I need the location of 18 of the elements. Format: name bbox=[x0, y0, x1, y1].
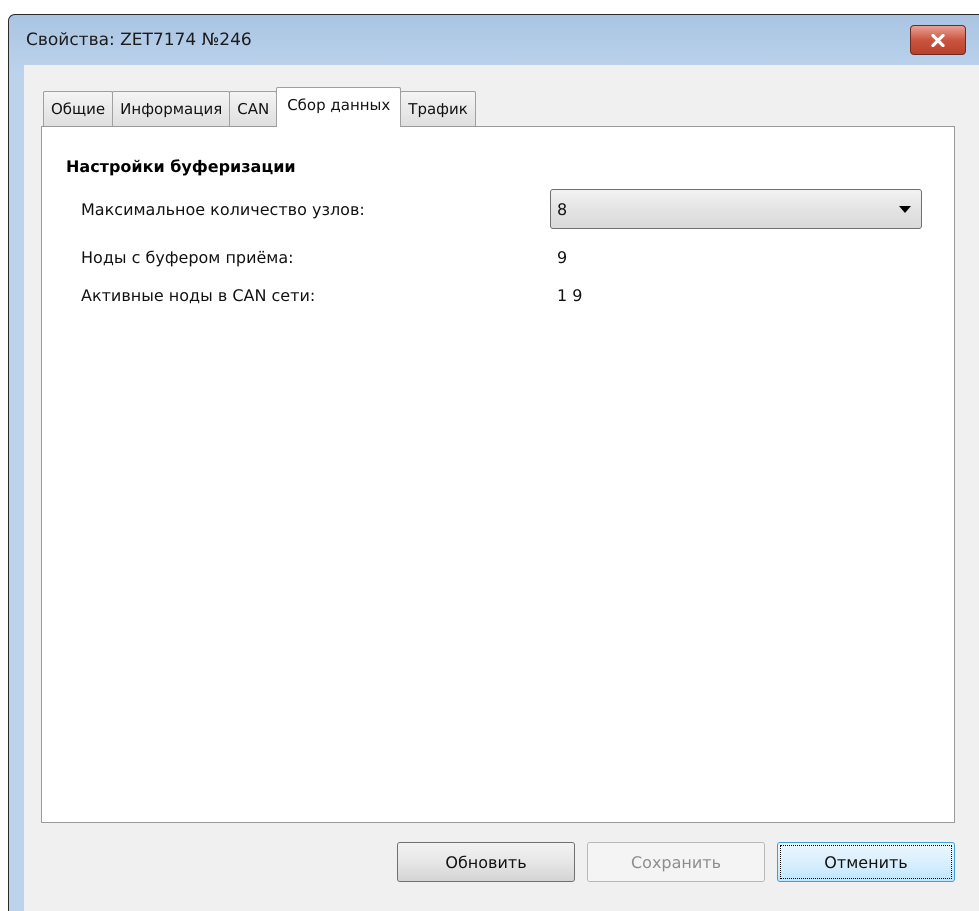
tab[interactable]: Общие bbox=[43, 91, 114, 126]
field-value: 9 bbox=[556, 248, 568, 266]
tab[interactable]: CAN bbox=[229, 91, 278, 126]
close-button[interactable] bbox=[910, 25, 966, 55]
field-label: Максимальное количество узлов: bbox=[81, 200, 366, 218]
field-label: Активные ноды в CAN сети: bbox=[81, 286, 316, 304]
caret-icon bbox=[899, 206, 911, 212]
tab[interactable]: Трафик bbox=[400, 91, 476, 126]
field-label: Ноды с буфером приёма: bbox=[81, 248, 295, 266]
dialog-button[interactable]: Обновить bbox=[397, 842, 575, 882]
close-icon bbox=[931, 34, 945, 46]
dropdown[interactable]: 8 bbox=[550, 189, 922, 229]
tab[interactable]: Сбор данных bbox=[276, 87, 402, 127]
field-value: 1 9 bbox=[556, 286, 584, 304]
window-title: Свойства: ZET7174 №246 bbox=[26, 30, 252, 50]
tab[interactable]: Информация bbox=[112, 91, 230, 126]
section-heading: Настройки буферизации bbox=[66, 157, 297, 176]
dialog-button[interactable]: Отменить bbox=[777, 842, 955, 882]
